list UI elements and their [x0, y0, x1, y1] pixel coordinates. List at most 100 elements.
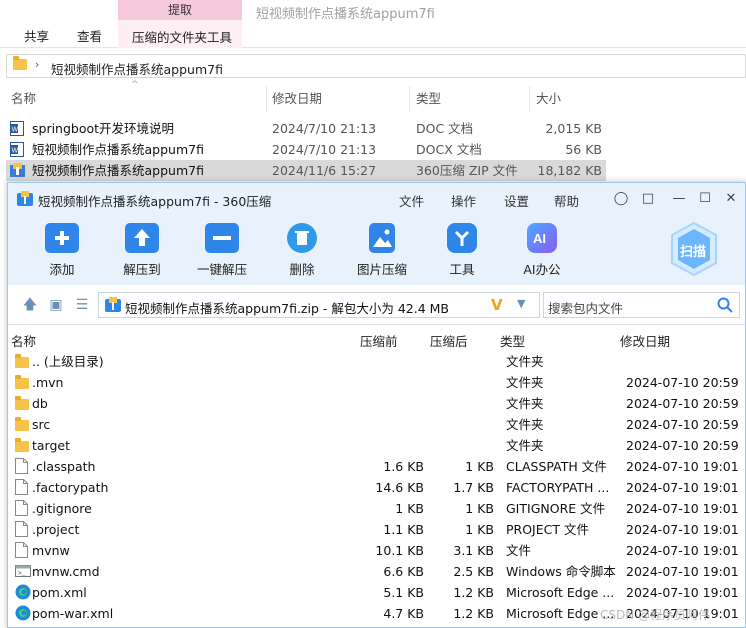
- column-type[interactable]: 类型: [500, 331, 525, 350]
- ribbon: 提取 压缩的文件夹工具 短视频制作点播系统appum7fi 共享 查看: [0, 0, 746, 48]
- tab-extract[interactable]: 提取: [118, 0, 242, 20]
- file-row[interactable]: W springboot开发环境说明 2024/7/10 21:13 DOC 文…: [6, 118, 606, 139]
- entry-name: mvnw: [32, 543, 70, 558]
- recycle-icon: [287, 223, 317, 253]
- message-icon[interactable]: □: [638, 189, 658, 209]
- column-name[interactable]: 名称: [11, 84, 36, 114]
- compressed-folder-tools-area: 压缩的文件夹工具: [118, 20, 242, 48]
- entry-size-after: 1.2 KB: [453, 606, 494, 621]
- zip-address-bar[interactable]: 短视频制作点播系统appum7fi.zip - 解包大小为 42.4 MB V …: [98, 292, 540, 318]
- column-divider[interactable]: [266, 86, 267, 112]
- entry-name: .gitignore: [32, 501, 92, 516]
- up-arrow-icon[interactable]: 🡅: [22, 297, 38, 313]
- list-view-icon[interactable]: ☰: [74, 297, 90, 313]
- column-date[interactable]: 修改日期: [272, 84, 322, 114]
- file-type: 360压缩 ZIP 文件: [416, 163, 518, 178]
- tools-button[interactable]: 工具: [427, 223, 497, 281]
- column-modified[interactable]: 修改日期: [620, 331, 670, 350]
- file-row[interactable]: .project 1.1 KB 1 KB PROJECT 文件 2024-07-10 1…: [8, 519, 745, 540]
- entry-size-after: 1 KB: [465, 459, 494, 474]
- tools-label: 工具: [449, 262, 475, 277]
- column-compressed-after[interactable]: 压缩后: [430, 331, 468, 350]
- column-divider[interactable]: [529, 86, 530, 112]
- entry-name: .project: [32, 522, 80, 537]
- extract-to-button[interactable]: 解压到: [107, 223, 177, 281]
- entry-size-before: 14.6 KB: [375, 480, 424, 495]
- column-name[interactable]: 名称: [11, 331, 36, 350]
- scan-label: 扫描: [680, 245, 707, 260]
- close-icon[interactable]: ✕: [721, 189, 741, 209]
- search-icon[interactable]: [716, 296, 734, 317]
- file-row[interactable]: .classpath 1.6 KB 1 KB CLASSPATH 文件 2024-07-…: [8, 456, 745, 477]
- menu-file[interactable]: 文件: [399, 191, 424, 210]
- file-row-selected[interactable]: 短视频制作点播系统appum7fi 2024/11/6 15:27 360压缩 …: [6, 160, 606, 181]
- delete-button[interactable]: 删除: [267, 223, 337, 281]
- entry-size-after: 1 KB: [465, 522, 494, 537]
- menu-operate[interactable]: 操作: [451, 191, 476, 210]
- add-label: 添加: [49, 262, 75, 277]
- column-size[interactable]: 大小: [536, 84, 561, 114]
- file-row[interactable]: pom.xml 5.1 KB 1.2 KB Microsoft Edge ... 202…: [8, 582, 745, 603]
- extract-to-icon: [125, 223, 159, 253]
- entry-type: 文件夹: [506, 417, 544, 432]
- scan-button[interactable]: 扫描: [668, 221, 720, 277]
- image-compress-button[interactable]: 图片压缩: [347, 223, 417, 281]
- search-input[interactable]: 搜索包内文件: [548, 298, 623, 317]
- entry-name: pom-war.xml: [32, 606, 114, 621]
- add-icon: [45, 223, 79, 253]
- vip-icon[interactable]: V: [491, 296, 503, 314]
- view-icon[interactable]: ▣: [48, 297, 64, 313]
- file-row[interactable]: >_ mvnw.cmd 6.6 KB 2.5 KB Windows 命令脚本 2024-0…: [8, 561, 745, 582]
- search-box[interactable]: 搜索包内文件: [543, 292, 740, 318]
- column-divider[interactable]: [409, 86, 410, 112]
- tab-view[interactable]: 查看: [77, 26, 102, 45]
- tab-compressed-folder-tools[interactable]: 压缩的文件夹工具: [132, 27, 232, 46]
- entry-type: GITIGNORE 文件: [506, 501, 606, 516]
- breadcrumb[interactable]: 短视频制作点播系统appum7fi: [51, 59, 223, 78]
- zip-title-bar[interactable]: 短视频制作点播系统appum7fi - 360压缩 文件 操作 设置 帮助 ◯ …: [8, 183, 745, 215]
- ai-office-button[interactable]: AI AI办公: [507, 223, 577, 281]
- entry-modified: 2024-07-10 19:01: [626, 564, 739, 579]
- folder-row[interactable]: target 文件夹 2024-07-10 20:59: [8, 435, 745, 456]
- file-row[interactable]: W 短视频制作点播系统appum7fi 2024/7/10 21:13 DOCX…: [6, 139, 606, 160]
- maximize-icon[interactable]: ☐: [695, 189, 715, 209]
- tab-share[interactable]: 共享: [24, 26, 49, 45]
- menu-settings[interactable]: 设置: [504, 191, 529, 210]
- add-button[interactable]: 添加: [27, 223, 97, 281]
- entry-type: 文件: [506, 543, 532, 558]
- address-bar[interactable]: › 短视频制作点播系统appum7fi: [6, 54, 746, 78]
- window-title: 短视频制作点播系统appum7fi: [256, 7, 435, 22]
- folder-row[interactable]: .. (上级目录) 文件夹: [8, 351, 745, 372]
- one-click-extract-icon: [205, 223, 239, 253]
- entry-name: mvnw.cmd: [32, 564, 100, 579]
- entry-type: PROJECT 文件: [506, 522, 589, 537]
- column-compressed-before[interactable]: 压缩前: [360, 331, 398, 350]
- file-name: 短视频制作点播系统appum7fi: [32, 142, 204, 157]
- menu-help[interactable]: 帮助: [554, 191, 579, 210]
- file-row[interactable]: .gitignore 1 KB 1 KB GITIGNORE 文件 2024-07-10…: [8, 498, 745, 519]
- folder-row[interactable]: .mvn 文件夹 2024-07-10 20:59: [8, 372, 745, 393]
- entry-size-after: 1 KB: [465, 501, 494, 516]
- entry-name: target: [32, 438, 71, 453]
- one-click-extract-button[interactable]: 一键解压: [187, 223, 257, 281]
- ai-icon: AI: [527, 223, 557, 253]
- zip-nav-bar: 🡅 ▣ ☰ 短视频制作点播系统appum7fi.zip - 解包大小为 42.4…: [8, 285, 745, 325]
- svg-text:W: W: [12, 148, 19, 155]
- chevron-right-icon[interactable]: ›: [35, 58, 39, 71]
- entry-type: 文件夹: [506, 354, 544, 369]
- minimize-icon[interactable]: —: [669, 189, 689, 209]
- entry-name: .mvn: [32, 375, 64, 390]
- file-row[interactable]: mvnw 10.1 KB 3.1 KB 文件 2024-07-10 19:01: [8, 540, 745, 561]
- ai-office-label: AI办公: [523, 262, 561, 277]
- chevron-down-icon[interactable]: ▼: [517, 297, 525, 310]
- entry-modified: 2024-07-10 19:01: [626, 543, 739, 558]
- file-row[interactable]: .factorypath 14.6 KB 1.7 KB FACTORYPATH ...…: [8, 477, 745, 498]
- folder-row[interactable]: src 文件夹 2024-07-10 20:59: [8, 414, 745, 435]
- svg-text:W: W: [12, 127, 19, 134]
- shirt-skin-icon[interactable]: ◯: [611, 189, 631, 209]
- folder-row[interactable]: db 文件夹 2024-07-10 20:59: [8, 393, 745, 414]
- entry-type: Windows 命令脚本: [506, 564, 616, 579]
- column-type[interactable]: 类型: [416, 84, 441, 114]
- entry-modified: 2024-07-10 19:01: [626, 585, 739, 600]
- file-type: DOC 文档: [416, 121, 474, 136]
